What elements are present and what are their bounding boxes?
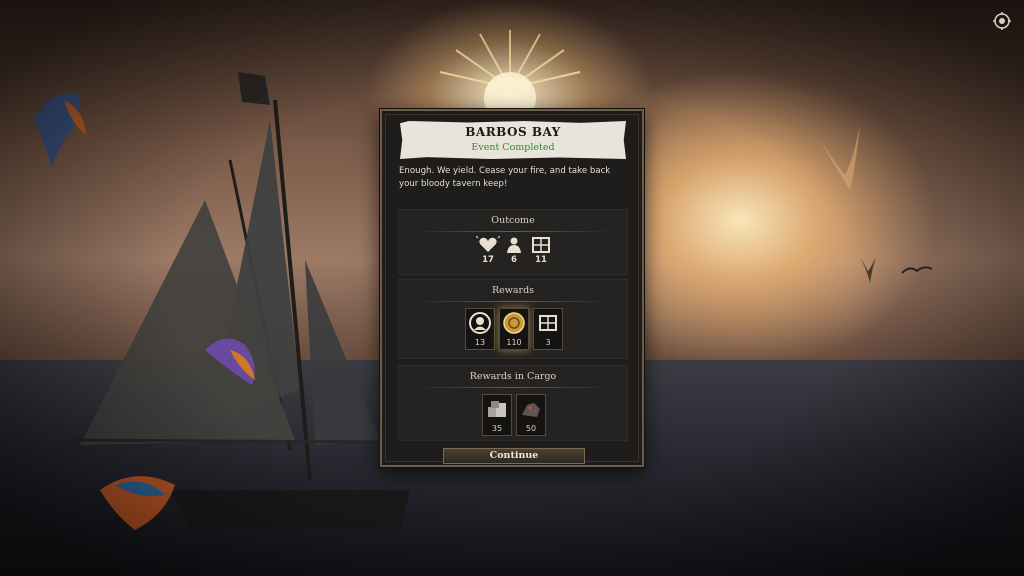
cargo-count: 50 — [525, 424, 537, 433]
reward-count: 13 — [474, 338, 486, 347]
outcome-stat-crew: 6 — [502, 236, 526, 265]
ore-icon — [522, 403, 540, 417]
divider — [413, 301, 613, 302]
stone-blocks-icon — [488, 401, 506, 417]
reward-count: 3 — [545, 338, 551, 347]
reputation-icon — [469, 312, 491, 334]
gold-coin-icon — [503, 312, 525, 334]
divider — [413, 231, 613, 232]
stat-value: 17 — [482, 255, 494, 265]
reward-tile-reputation[interactable]: 13 — [465, 308, 495, 350]
settings-gear-icon[interactable] — [993, 12, 1011, 30]
divider — [413, 387, 613, 388]
cargo-title: Rewards in Cargo — [469, 371, 557, 382]
cargo-tile-stone[interactable]: 35 — [482, 394, 512, 436]
cargo-count: 35 — [491, 424, 503, 433]
reward-tile-gold[interactable]: 110 — [499, 308, 529, 350]
rewards-section: Rewards 13 110 3 — [398, 279, 628, 359]
cargo-crate-icon — [532, 237, 550, 253]
event-status: Event Completed — [471, 142, 555, 153]
event-header: BARBOS BAY Event Completed — [400, 121, 626, 159]
outcome-title: Outcome — [491, 215, 535, 226]
supplies-crate-icon — [539, 315, 557, 331]
reward-count: 110 — [506, 338, 522, 347]
event-title: BARBOS BAY — [465, 125, 561, 139]
outcome-section: Outcome 17 6 11 — [398, 209, 628, 275]
continue-button[interactable]: Continue — [443, 448, 585, 464]
reward-tile-supplies[interactable]: 3 — [533, 308, 563, 350]
stat-value: 11 — [535, 255, 547, 265]
crew-icon — [507, 237, 521, 253]
event-narrative: Enough. We yield. Cease your fire, and t… — [399, 166, 611, 189]
cargo-rewards-section: Rewards in Cargo 35 50 — [398, 365, 628, 441]
outcome-stat-health: 17 — [475, 235, 501, 265]
cargo-tile-ore[interactable]: 50 — [516, 394, 546, 436]
event-dialog: BARBOS BAY Event Completed Enough. We yi… — [380, 109, 644, 467]
stat-value: 6 — [511, 255, 517, 265]
heart-icon — [475, 235, 501, 252]
rewards-title: Rewards — [491, 285, 535, 296]
outcome-stat-cargo: 11 — [529, 236, 553, 265]
